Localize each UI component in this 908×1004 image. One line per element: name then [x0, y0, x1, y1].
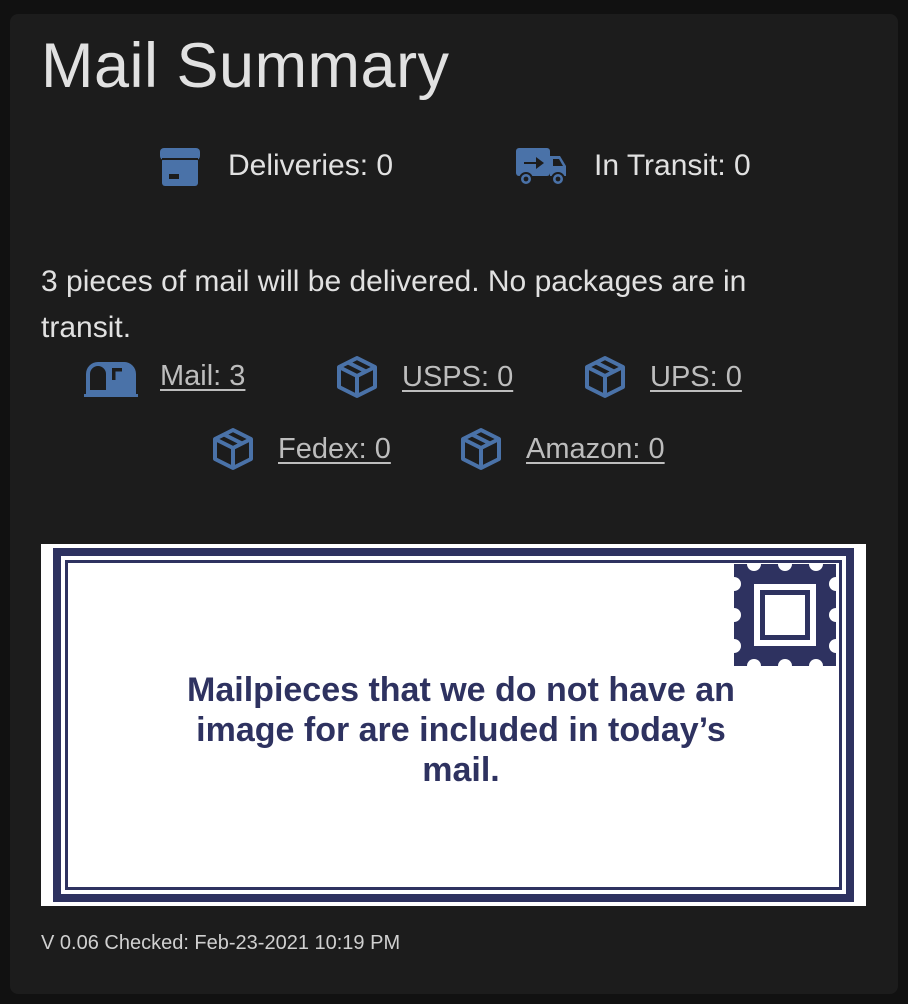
version-checked-footer: V 0.06 Checked: Feb-23-2021 10:19 PM [41, 932, 401, 954]
carrier-usps: USPS: 0 [334, 354, 513, 400]
card-title: Mail Summary [41, 31, 450, 101]
carrier-ups: UPS: 0 [582, 354, 742, 400]
carrier-amazon: Amazon: 0 [458, 426, 665, 472]
ups-count-link[interactable]: UPS: 0 [650, 361, 742, 394]
package-variant-icon [210, 426, 256, 472]
truck-fast-icon [514, 144, 568, 188]
carrier-fedex: Fedex: 0 [210, 426, 391, 472]
in-transit-stat: In Transit: 0 [514, 144, 751, 188]
in-transit-count: In Transit: 0 [594, 149, 751, 182]
carrier-mail: Mail: 3 [84, 354, 245, 398]
mail-placeholder-image[interactable]: Mailpieces that we do not have an image … [41, 544, 866, 906]
package-variant-icon [458, 426, 504, 472]
amazon-count-link[interactable]: Amazon: 0 [526, 433, 665, 466]
mail-summary-card: Mail Summary Deliveries: 0 In Transit: 0… [10, 14, 898, 994]
usps-count-link[interactable]: USPS: 0 [402, 361, 513, 394]
stamp-icon [727, 557, 843, 673]
package-variant-icon [334, 354, 380, 400]
deliveries-stat: Deliveries: 0 [158, 144, 393, 188]
mail-count-link[interactable]: Mail: 3 [160, 360, 245, 393]
mailbox-icon [84, 354, 138, 398]
package-variant-icon [582, 354, 628, 400]
summary-text: 3 pieces of mail will be delivered. No p… [41, 265, 747, 344]
deliveries-count: Deliveries: 0 [228, 149, 394, 182]
mail-placeholder-message: Mailpieces that we do not have an image … [187, 671, 735, 789]
package-box-icon [158, 144, 202, 188]
fedex-count-link[interactable]: Fedex: 0 [278, 433, 391, 466]
